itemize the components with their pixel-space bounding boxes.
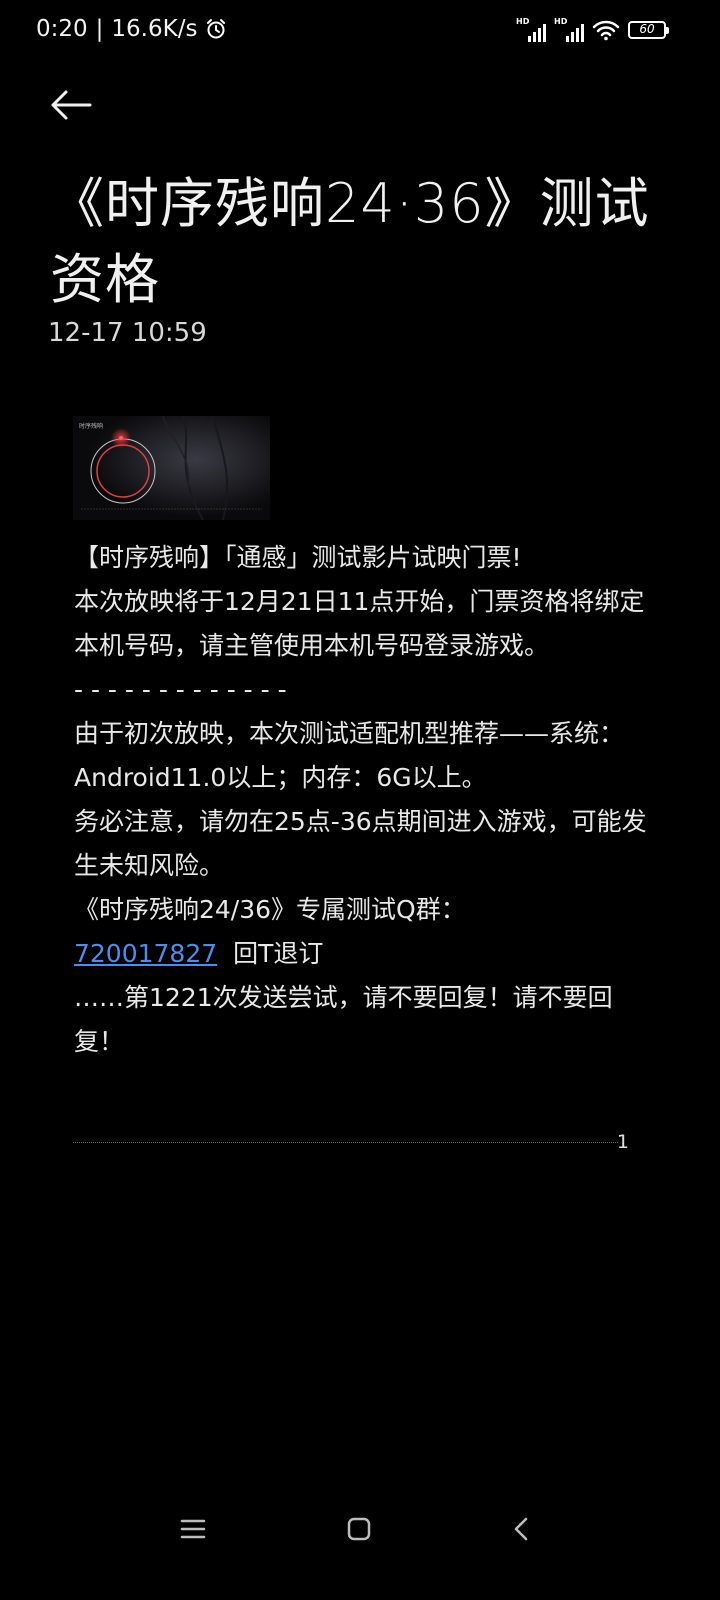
message-separator: - - - - - - - - - - - - - <box>74 675 287 704</box>
group-line: 720017827 回T退订 <box>74 932 654 976</box>
battery-icon: 60 <box>628 21 669 39</box>
home-button[interactable] <box>334 1504 384 1554</box>
alarm-clock-icon <box>205 18 227 40</box>
status-bar: 0:20 | 16.6K/s HD HD 60 <box>0 0 720 62</box>
status-right: HD HD 60 <box>516 17 669 42</box>
message-line: 《时序残响24/36》专属测试Q群： <box>74 895 466 924</box>
status-left: 0:20 | 16.6K/s <box>36 16 227 42</box>
message-footer: 1 <box>73 1131 633 1155</box>
message-image[interactable]: 时序残响 <box>73 416 270 520</box>
signal-1-icon: HD <box>516 17 546 42</box>
signal-2-icon: HD <box>554 17 584 42</box>
home-icon <box>346 1516 372 1542</box>
message-line: 【时序残响】「通感」测试影片试映门票! <box>74 543 522 572</box>
arrow-left-icon <box>50 89 92 121</box>
back-chevron-icon <box>511 1516 531 1542</box>
message-title: 《时序残响24·36》测试资格 <box>50 172 650 311</box>
wifi-icon <box>592 19 620 41</box>
status-separator: | <box>95 16 104 42</box>
message-line: 本次放映将于12月21日11点开始，门票资格将绑定本机号码，请主管使用本机号码登… <box>74 587 645 660</box>
message-timestamp: 12-17 10:59 <box>48 318 207 348</box>
status-time: 0:20 <box>36 16 88 42</box>
status-net-speed: 16.6K/s <box>111 16 198 42</box>
divider <box>73 1142 618 1143</box>
group-number-link[interactable]: 720017827 <box>74 939 217 968</box>
menu-button[interactable] <box>168 1504 218 1554</box>
message-closing: ……第1221次发送尝试，请不要回复！请不要回复！ <box>74 983 613 1056</box>
svg-text:时序残响: 时序残响 <box>79 422 103 430</box>
unsubscribe-text: 回T退订 <box>233 939 324 968</box>
nav-back-button[interactable] <box>496 1504 546 1554</box>
menu-icon <box>179 1517 207 1541</box>
back-button[interactable] <box>48 82 94 128</box>
message-line: 务必注意，请勿在25点-36点期间进入游戏，可能发生未知风险。 <box>74 807 647 880</box>
message-body: 【时序残响】「通感」测试影片试映门票! 本次放映将于12月21日11点开始，门票… <box>74 536 654 1064</box>
navigation-bar <box>0 1490 720 1570</box>
page-count: 1 <box>616 1131 629 1153</box>
message-line: 由于初次放映，本次测试适配机型推荐——系统：Android11.0以上；内存：6… <box>74 719 625 792</box>
battery-level: 60 <box>639 22 655 36</box>
